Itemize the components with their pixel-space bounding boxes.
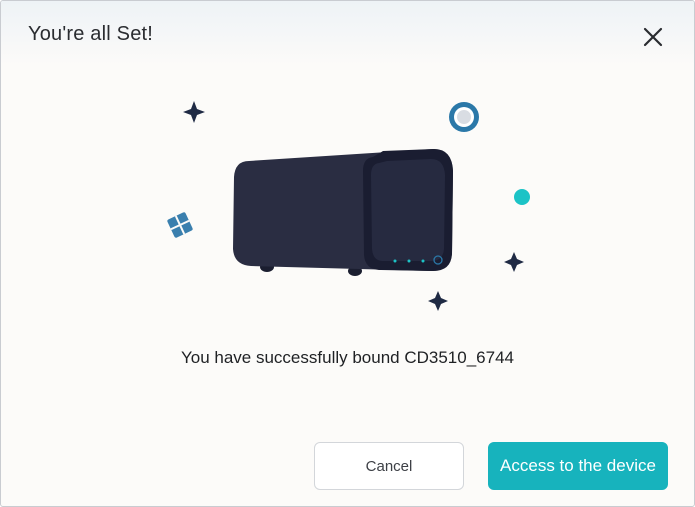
- device-illustration: [167, 101, 530, 311]
- close-button[interactable]: [637, 21, 669, 53]
- sparkle-icon: [428, 291, 448, 311]
- camera-device-illustration: [233, 149, 453, 276]
- diamond-tile-icon: [167, 212, 193, 238]
- success-message: You have successfully bound CD3510_6744: [180, 348, 514, 367]
- dialog-title: You're all Set!: [28, 23, 154, 45]
- access-device-button-label: Access to the device: [500, 456, 656, 475]
- dialog-header: You're all Set!: [1, 1, 694, 65]
- sparkle-icon: [504, 252, 524, 272]
- cancel-button[interactable]: Cancel: [314, 442, 464, 490]
- close-icon: [643, 27, 663, 47]
- ring-icon: [449, 102, 479, 132]
- access-device-button[interactable]: Access to the device: [488, 442, 668, 490]
- sparkle-icon: [183, 101, 205, 123]
- dot-icon: [514, 189, 530, 205]
- success-dialog: You're all Set! You have successfully bo…: [0, 0, 695, 507]
- cancel-button-label: Cancel: [365, 457, 413, 475]
